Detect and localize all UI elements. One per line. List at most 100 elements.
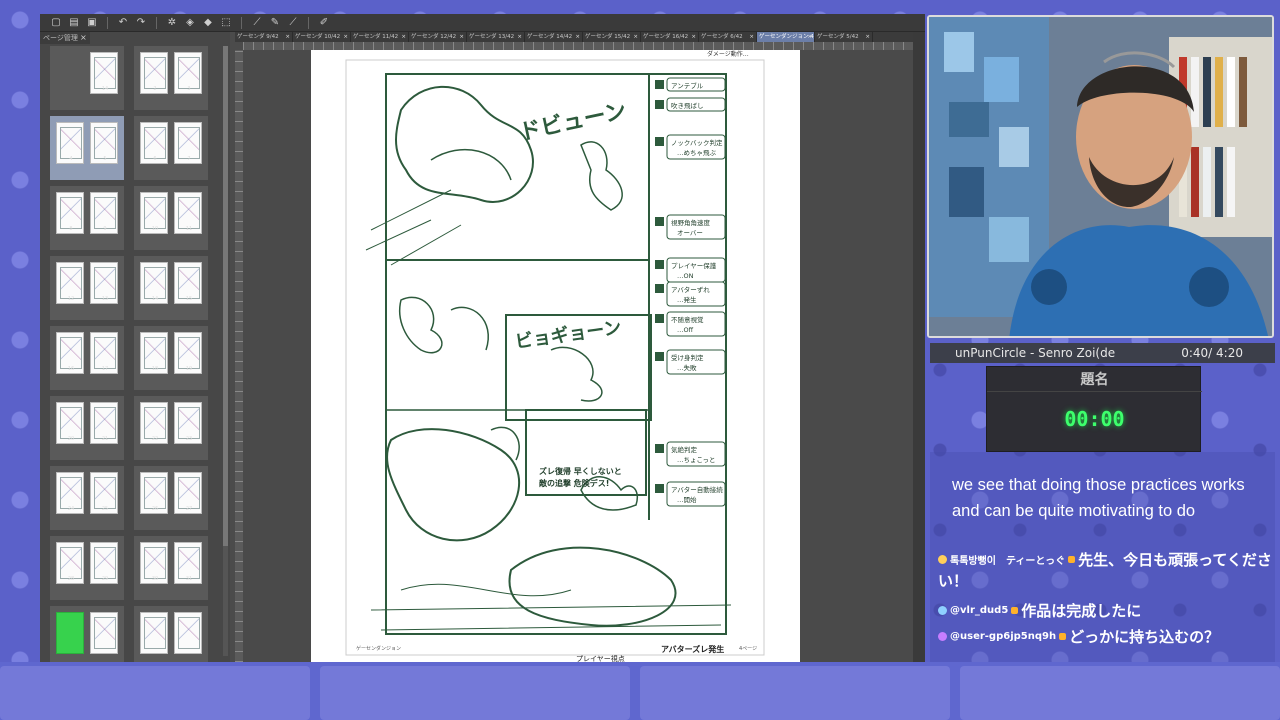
scrollbar-thumb[interactable] <box>223 46 228 546</box>
document-tab[interactable]: ゲーセンダ 16/42 × <box>641 32 699 42</box>
page-thumbnail[interactable]: 6 <box>140 122 168 164</box>
tab-close-icon[interactable]: × <box>575 32 580 42</box>
page-thumbnail[interactable]: 8 <box>56 192 84 234</box>
save-icon[interactable]: ▣ <box>86 17 98 29</box>
undo-icon[interactable]: ↶ <box>117 17 129 29</box>
tab-close-icon[interactable]: × <box>459 32 464 42</box>
page-thumbnail[interactable]: 9 <box>90 192 118 234</box>
drawing-canvas[interactable]: ドビューン ビョギョーン ダメージ動作… アンテブル 吹き飛ばし ノックバック判定…… <box>243 50 925 662</box>
tab-close-icon[interactable]: × <box>691 32 696 42</box>
tab-close-icon[interactable]: × <box>343 32 348 42</box>
page-thumbnail[interactable]: 15 <box>174 262 202 304</box>
page-thumbnail[interactable] <box>56 52 84 94</box>
page-thumbnail[interactable]: 10 <box>140 192 168 234</box>
page-spread[interactable]: 14 15 <box>134 256 208 320</box>
fill-icon[interactable]: ◆ <box>202 17 214 29</box>
page-thumbnail[interactable]: 5 <box>90 122 118 164</box>
tab-close-icon[interactable]: × <box>865 32 870 42</box>
page-thumbnail[interactable]: 23 <box>174 402 202 444</box>
page-thumbnail[interactable]: 12 <box>56 262 84 304</box>
page-thumbnail[interactable]: 26 <box>140 472 168 514</box>
page-spread[interactable]: 28 29 <box>50 536 124 600</box>
chat-username: 톡톡방뻥이 ティーとっぐ <box>950 556 1066 567</box>
page-thumbnail[interactable]: 31 <box>174 542 202 584</box>
page-thumbnail[interactable]: 29 <box>90 542 118 584</box>
page-spread[interactable]: 24 25 <box>50 466 124 530</box>
page-thumbnail[interactable]: 14 <box>90 52 118 94</box>
document-tab[interactable]: ゲーセンダ 14/42 × <box>525 32 583 42</box>
page-thumbnail[interactable]: 21 <box>90 402 118 444</box>
page-thumbnail[interactable]: 4 <box>56 122 84 164</box>
page-spread[interactable]: 16 17 <box>50 326 124 390</box>
page-thumbnail[interactable]: 19 <box>174 332 202 374</box>
page-thumbnail[interactable]: 3 <box>174 52 202 94</box>
page-spread[interactable]: 89 <box>50 186 124 250</box>
page-thumbnail[interactable] <box>56 612 84 654</box>
redo-icon[interactable]: ↷ <box>135 17 147 29</box>
open-folder-icon[interactable]: ▤ <box>68 17 80 29</box>
page-spread[interactable]: 23 <box>134 46 208 110</box>
tab-close-icon[interactable]: × <box>633 32 638 42</box>
bottom-decoration-strip <box>0 662 1280 720</box>
page-spread[interactable] <box>134 606 208 662</box>
page-thumbnail[interactable]: 25 <box>90 472 118 514</box>
page-thumbnail[interactable]: 28 <box>56 542 84 584</box>
page-spread[interactable]: 30 31 <box>134 536 208 600</box>
tab-close-icon[interactable]: × <box>401 32 406 42</box>
page-thumbnail[interactable]: 17 <box>90 332 118 374</box>
pencil-icon[interactable]: ✐ <box>318 17 330 29</box>
ruler-icon[interactable]: ⟋ <box>251 17 263 29</box>
page-spread[interactable]: 20 21 <box>50 396 124 460</box>
page-thumbnail[interactable]: 22 <box>140 402 168 444</box>
pen-icon[interactable]: ✎ <box>269 17 281 29</box>
page-thumbnail[interactable]: 13 <box>90 262 118 304</box>
chat-text: 作品は完成したに <box>1021 602 1142 620</box>
document-tab[interactable]: ゲーセンダ 9/42 × <box>235 32 293 42</box>
page-thumbnail[interactable]: 30 <box>140 542 168 584</box>
document-tab[interactable]: ゲーセンダ 12/42 × <box>409 32 467 42</box>
page-thumbnail[interactable] <box>174 612 202 654</box>
tab-label: ゲーセンダ 9/42 <box>237 34 279 40</box>
page-thumbnail[interactable]: 16 <box>56 332 84 374</box>
page-spread[interactable]: 45 <box>50 116 124 180</box>
page-spread[interactable]: 12 13 <box>50 256 124 320</box>
tab-close-icon[interactable]: × <box>749 32 754 42</box>
page-spread[interactable]: 67 <box>134 116 208 180</box>
tab-close-icon[interactable]: × <box>807 32 812 42</box>
document-tab[interactable]: ゲーセンダ 11/42 × <box>351 32 409 42</box>
page-thumbnail[interactable] <box>140 612 168 654</box>
tab-close-icon[interactable]: × <box>285 32 290 42</box>
document-tab[interactable]: ゲーセンダ 10/42 × <box>293 32 351 42</box>
settings-icon[interactable]: ✲ <box>166 17 178 29</box>
page-thumbnail[interactable]: 11 <box>174 192 202 234</box>
transform-icon[interactable]: ⬚ <box>220 17 232 29</box>
new-file-icon[interactable]: ▢ <box>50 17 62 29</box>
toolbar-divider <box>156 16 157 29</box>
page-spread[interactable]: 26 27 <box>134 466 208 530</box>
page-thumbnail[interactable]: 14 <box>140 262 168 304</box>
document-tab[interactable]: ゲーセンダ 13/42 × <box>467 32 525 42</box>
page-thumbnail[interactable]: 27 <box>174 472 202 514</box>
page-thumbnail[interactable]: 2 <box>140 52 168 94</box>
clear-icon[interactable]: ◈ <box>184 17 196 29</box>
close-icon[interactable]: × <box>80 32 87 44</box>
page-thumbnail[interactable]: 7 <box>174 122 202 164</box>
tab-close-icon[interactable]: × <box>517 32 522 42</box>
manga-page[interactable]: ドビューン ビョギョーン ダメージ動作… アンテブル 吹き飛ばし ノックバック判定…… <box>311 50 800 662</box>
document-tab[interactable]: ゲーセンダンジョン 4/42× <box>757 32 815 42</box>
page-spread[interactable]: 18 19 <box>134 326 208 390</box>
document-tab[interactable]: ゲーセンダ 15/42 × <box>583 32 641 42</box>
document-tab[interactable]: ゲーセンダ 6/42 × <box>699 32 757 42</box>
page-thumbnail[interactable] <box>90 612 118 654</box>
page-manager-scrollbar[interactable] <box>223 46 228 656</box>
page-spread[interactable]: 22 23 <box>134 396 208 460</box>
page-spread[interactable] <box>50 606 124 662</box>
document-tab[interactable]: ゲーセンダ 5/42 × <box>815 32 873 42</box>
page-thumbnail[interactable]: 20 <box>56 402 84 444</box>
page-spread[interactable]: 10 11 <box>134 186 208 250</box>
brush-icon[interactable]: ⟋ <box>287 17 299 29</box>
page-spread[interactable]: 14 <box>50 46 124 110</box>
page-thumbnail[interactable]: 18 <box>140 332 168 374</box>
page-thumbnail[interactable]: 24 <box>56 472 84 514</box>
figure-sketch <box>399 296 443 354</box>
